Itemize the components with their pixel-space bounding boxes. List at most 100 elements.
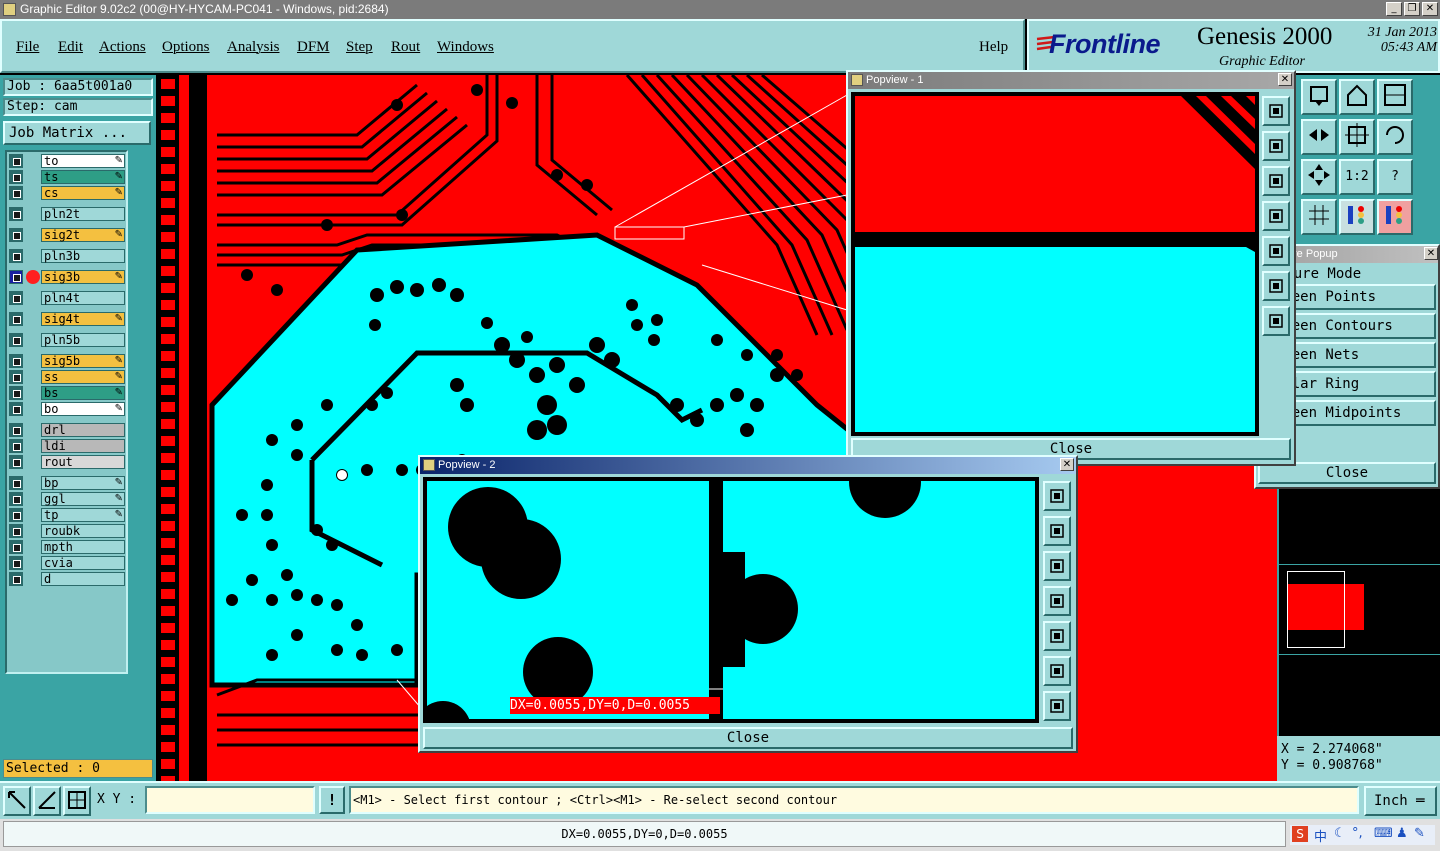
- layer-row-cvia[interactable]: cvia: [9, 556, 126, 570]
- layer-checkbox[interactable]: [9, 423, 23, 437]
- popview-2-tool-1-icon[interactable]: [1043, 481, 1071, 511]
- ime-tray[interactable]: S 中 ☾ °, ⌨ ♟ ✎: [1290, 825, 1435, 845]
- layer-checkbox[interactable]: [9, 312, 23, 326]
- layer-checkbox[interactable]: [9, 439, 23, 453]
- tool-layer-colors-active-icon[interactable]: [1377, 199, 1413, 235]
- layer-name[interactable]: tp: [41, 508, 125, 522]
- tool-pan-icon[interactable]: [1301, 119, 1337, 155]
- layer-row-bo[interactable]: bo ✎: [9, 402, 126, 416]
- menu-step[interactable]: Step: [346, 39, 373, 56]
- ime-punct-icon[interactable]: °,: [1352, 826, 1363, 841]
- popview-2-close-icon[interactable]: ✕: [1060, 458, 1074, 471]
- layer-name[interactable]: to: [41, 154, 125, 168]
- tool-fit-icon[interactable]: [1339, 119, 1375, 155]
- layer-checkbox[interactable]: [9, 228, 23, 242]
- tool-help-button[interactable]: ?: [1377, 159, 1413, 195]
- layer-row-pln5b[interactable]: pln5b: [9, 333, 126, 347]
- popview-2-tool-3-icon[interactable]: [1043, 551, 1071, 581]
- snap-tool-icon[interactable]: [3, 786, 31, 816]
- layer-checkbox[interactable]: [9, 572, 23, 586]
- layer-name[interactable]: sig2t: [41, 228, 125, 242]
- popview-1-close-icon[interactable]: ✕: [1278, 73, 1292, 86]
- xy-input[interactable]: [145, 786, 315, 814]
- layer-name[interactable]: bp: [41, 476, 125, 490]
- grid-snap-icon[interactable]: [63, 786, 91, 816]
- layer-name[interactable]: pln3b: [41, 249, 125, 263]
- ime-logo-icon[interactable]: S: [1292, 826, 1308, 842]
- menu-options[interactable]: Options: [162, 39, 210, 56]
- menu-edit[interactable]: Edit: [58, 39, 83, 56]
- layer-row-d[interactable]: d: [9, 572, 126, 586]
- popview-1-tool-6-icon[interactable]: [1262, 271, 1290, 301]
- layer-row-tp[interactable]: tp ✎: [9, 508, 126, 522]
- tool-scale-button[interactable]: 1:2: [1339, 159, 1375, 195]
- layer-row-rout[interactable]: rout: [9, 455, 126, 469]
- layer-row-ts[interactable]: ts ✎: [9, 170, 126, 184]
- popview-1-tool-4-icon[interactable]: [1262, 201, 1290, 231]
- layer-row-sig3b[interactable]: sig3b ✎: [9, 270, 126, 284]
- popview-1-tool-7-icon[interactable]: [1262, 306, 1290, 336]
- popview-2-tool-7-icon[interactable]: [1043, 691, 1071, 721]
- layer-row-sig4t[interactable]: sig4t ✎: [9, 312, 126, 326]
- overview-map[interactable]: [1277, 489, 1440, 736]
- layer-name[interactable]: roubk: [41, 524, 125, 538]
- window-close-button[interactable]: ✕: [1422, 2, 1438, 16]
- layer-row-roubk[interactable]: roubk: [9, 524, 126, 538]
- popview-2-tool-5-icon[interactable]: [1043, 621, 1071, 651]
- ime-moon-icon[interactable]: ☾: [1334, 826, 1346, 841]
- maximize-button[interactable]: ❐: [1404, 2, 1420, 16]
- tool-window-icon[interactable]: [1377, 79, 1413, 115]
- popview-1-tool-1-icon[interactable]: [1262, 96, 1290, 126]
- measure-popup-close-icon[interactable]: ✕: [1424, 247, 1438, 260]
- ime-chinese-icon[interactable]: 中: [1314, 826, 1327, 845]
- ime-keyboard-icon[interactable]: ⌨: [1374, 826, 1393, 841]
- layer-name[interactable]: drl: [41, 423, 125, 437]
- layer-row-pln4t[interactable]: pln4t: [9, 291, 126, 305]
- popview-2-tool-4-icon[interactable]: [1043, 586, 1071, 616]
- layer-name[interactable]: cvia: [41, 556, 125, 570]
- measure-tool-icon[interactable]: [33, 786, 61, 816]
- menu-actions[interactable]: Actions: [99, 39, 146, 56]
- layer-checkbox[interactable]: [9, 354, 23, 368]
- tool-refresh-icon[interactable]: [1377, 119, 1413, 155]
- menu-analysis[interactable]: Analysis: [227, 39, 280, 56]
- layer-checkbox[interactable]: [9, 556, 23, 570]
- layer-name[interactable]: cs: [41, 186, 125, 200]
- menu-windows[interactable]: Windows: [437, 39, 494, 56]
- tool-center-icon[interactable]: [1301, 159, 1337, 195]
- alert-icon[interactable]: !: [319, 786, 345, 814]
- layer-name[interactable]: pln5b: [41, 333, 125, 347]
- layer-checkbox[interactable]: [9, 249, 23, 263]
- popview-1-canvas[interactable]: [851, 92, 1259, 436]
- layer-row-pln2t[interactable]: pln2t: [9, 207, 126, 221]
- layer-name[interactable]: d: [41, 572, 125, 586]
- ime-settings-icon[interactable]: ✎: [1414, 826, 1425, 841]
- job-matrix-button[interactable]: Job Matrix ...: [3, 121, 151, 145]
- popview-2-canvas[interactable]: DX=0.0055,DY=0,D=0.0055: [415, 446, 1039, 757]
- layer-row-ggl[interactable]: ggl ✎: [9, 492, 126, 506]
- layer-name[interactable]: mpth: [41, 540, 125, 554]
- layer-checkbox[interactable]: [9, 270, 23, 284]
- layer-name[interactable]: ts: [41, 170, 125, 184]
- layer-name[interactable]: ggl: [41, 492, 125, 506]
- layer-checkbox[interactable]: [9, 508, 23, 522]
- tool-zoom-button[interactable]: [1301, 79, 1337, 115]
- layer-row-mpth[interactable]: mpth: [9, 540, 126, 554]
- popview-1-tool-2-icon[interactable]: [1262, 131, 1290, 161]
- layer-row-drl[interactable]: drl: [9, 423, 126, 437]
- popview-2-tool-6-icon[interactable]: [1043, 656, 1071, 686]
- layer-checkbox[interactable]: [9, 455, 23, 469]
- layer-name[interactable]: pln2t: [41, 207, 125, 221]
- layer-checkbox[interactable]: [9, 154, 23, 168]
- layer-checkbox[interactable]: [9, 186, 23, 200]
- layer-name[interactable]: bs: [41, 386, 125, 400]
- layer-checkbox[interactable]: [9, 476, 23, 490]
- minimize-button[interactable]: _: [1386, 2, 1402, 16]
- layer-name[interactable]: sig4t: [41, 312, 125, 326]
- layer-name[interactable]: ldi: [41, 439, 125, 453]
- layer-name[interactable]: ss: [41, 370, 125, 384]
- layer-checkbox[interactable]: [9, 540, 23, 554]
- layer-row-pln3b[interactable]: pln3b: [9, 249, 126, 263]
- tool-grid-icon[interactable]: [1301, 199, 1337, 235]
- layer-checkbox[interactable]: [9, 402, 23, 416]
